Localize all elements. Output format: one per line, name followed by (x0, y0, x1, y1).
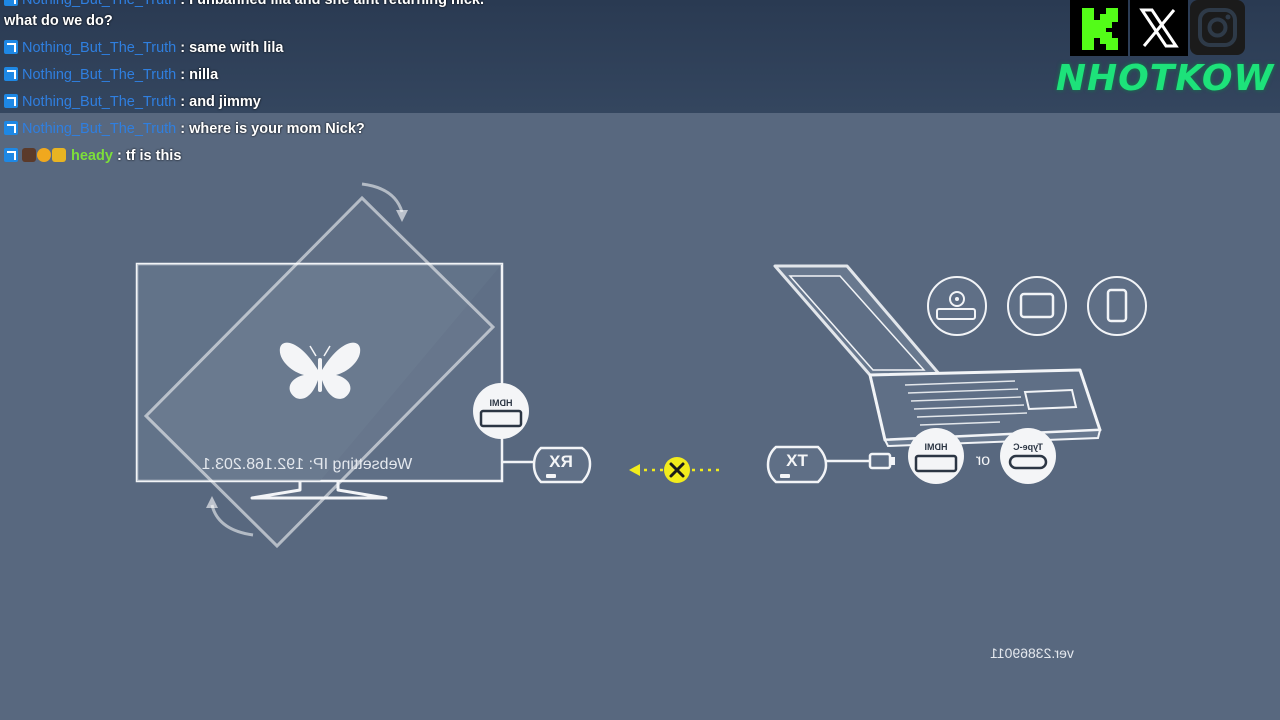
or-label: or (975, 452, 990, 469)
laptop-hdmi-port-icon: HDMI (908, 428, 964, 484)
chat-text: what do we do? (4, 13, 113, 29)
streamer-badge-icon (4, 94, 18, 108)
tv-hdmi-port-icon: HDMI (473, 383, 529, 439)
media-player-icon (927, 276, 987, 336)
branding-block: NHOTKOW (1056, 0, 1280, 100)
brand-name: NHOTKOW (1055, 58, 1275, 99)
chat-text: I unbanned lila and she aint returning n… (189, 0, 484, 8)
rx-receiver: RX (502, 446, 592, 484)
tv-hdmi-label: HDMI (490, 398, 513, 408)
chat-message: Nothing_But_The_Truth : nilla (4, 65, 218, 85)
tx-transmitter: TX (766, 445, 895, 484)
connection-status (629, 457, 720, 483)
chat-message: Nothing_But_The_Truth : where is your mo… (4, 119, 365, 139)
chat-username[interactable]: Nothing_But_The_Truth (22, 121, 176, 137)
chat-message: heady : tf is this (4, 146, 181, 166)
chat-message: Nothing_But_The_Truth : same with lila (4, 38, 283, 58)
streamer-badge-icon (4, 40, 18, 54)
chat-text: where is your mom Nick? (189, 121, 365, 137)
rx-label: RX (549, 452, 573, 471)
websetting-ip-label: Websetting IP: 192.168.203.1 (202, 456, 413, 473)
x-icon[interactable] (1130, 0, 1188, 56)
laptop-hdmi-label: HDMI (925, 442, 948, 452)
chat-text: same with lila (189, 40, 284, 56)
chat-username[interactable]: Nothing_But_The_Truth (22, 0, 176, 8)
chat-message: Nothing_But_The_Truth : and jimmy (4, 92, 261, 112)
instagram-icon[interactable] (1190, 0, 1245, 55)
crown-badge-icon (52, 148, 66, 162)
chat-username[interactable]: heady (71, 148, 113, 164)
chat-text: and jimmy (189, 94, 261, 110)
streamer-badge-icon (4, 67, 18, 81)
streamer-badge-icon (4, 148, 18, 162)
chat-username[interactable]: Nothing_But_The_Truth (22, 67, 176, 83)
cat-badge-icon (22, 148, 36, 162)
chat-message-continuation: what do we do? (4, 11, 113, 31)
chat-message: Nothing_But_The_Truth : I unbanned lila … (4, 0, 484, 10)
version-label: ver.23869011 (990, 645, 1074, 661)
type-c-label: Type-C (1013, 442, 1043, 452)
tablet-icon (1007, 276, 1067, 336)
chat-text: nilla (189, 67, 219, 83)
streamer-badge-icon (4, 0, 18, 6)
type-c-port-icon: Type-C (1000, 428, 1056, 484)
kick-icon[interactable] (1070, 0, 1128, 56)
smartphone-icon (1087, 276, 1147, 336)
chat-username[interactable]: Nothing_But_The_Truth (22, 94, 176, 110)
tx-label: TX (785, 451, 807, 470)
coin-badge-icon (37, 148, 51, 162)
chat-text: tf is this (125, 148, 182, 164)
streamer-badge-icon (4, 121, 18, 135)
chat-username[interactable]: Nothing_But_The_Truth (22, 40, 176, 56)
